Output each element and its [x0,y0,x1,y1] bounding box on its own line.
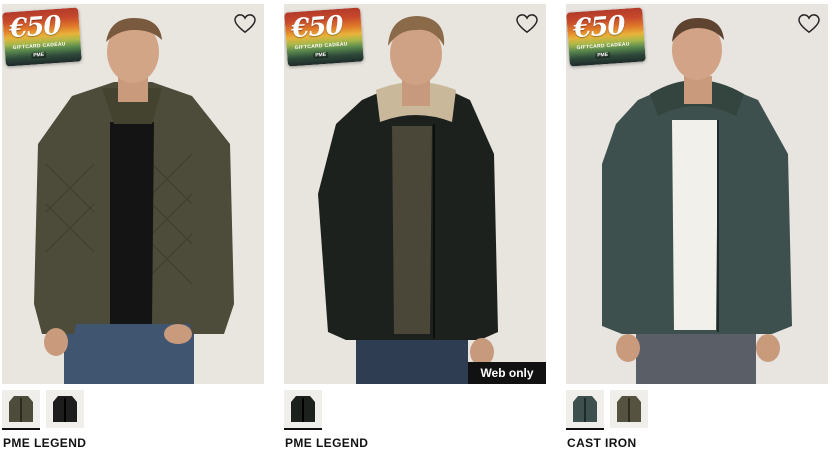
product-image[interactable]: €50 GIFTCARD CADEAU PME Web only [284,4,546,384]
heart-outline-icon[interactable] [234,14,256,34]
color-swatches [2,390,84,430]
product-grid: €50 GIFTCARD CADEAU PME PME LEGEND €50 G… [0,0,832,452]
color-swatch-dark-green[interactable] [566,390,604,430]
product-brand[interactable]: CAST IRON [567,436,637,450]
color-swatch-black[interactable] [46,390,84,428]
product-card[interactable]: €50 GIFTCARD CADEAU PME Web only PME LEG… [284,0,546,452]
heart-outline-icon[interactable] [798,14,820,34]
product-brand[interactable]: PME LEGEND [285,436,368,450]
giftcard-promo-badge: €50 GIFTCARD CADEAU PME [284,7,364,67]
product-card[interactable]: €50 GIFTCARD CADEAU PME PME LEGEND [2,0,264,452]
web-only-badge: Web only [468,362,546,384]
color-swatch-black[interactable] [284,390,322,430]
product-image[interactable]: €50 GIFTCARD CADEAU PME [2,4,264,384]
product-brand[interactable]: PME LEGEND [3,436,86,450]
giftcard-promo-badge: €50 GIFTCARD CADEAU PME [566,7,646,67]
color-swatches [284,390,322,430]
color-swatches [566,390,648,430]
product-card[interactable]: €50 GIFTCARD CADEAU PME CAST IRON [566,0,828,452]
color-swatch-olive[interactable] [610,390,648,428]
product-image[interactable]: €50 GIFTCARD CADEAU PME [566,4,828,384]
color-swatch-olive[interactable] [2,390,40,430]
heart-outline-icon[interactable] [516,14,538,34]
giftcard-promo-badge: €50 GIFTCARD CADEAU PME [2,7,82,67]
